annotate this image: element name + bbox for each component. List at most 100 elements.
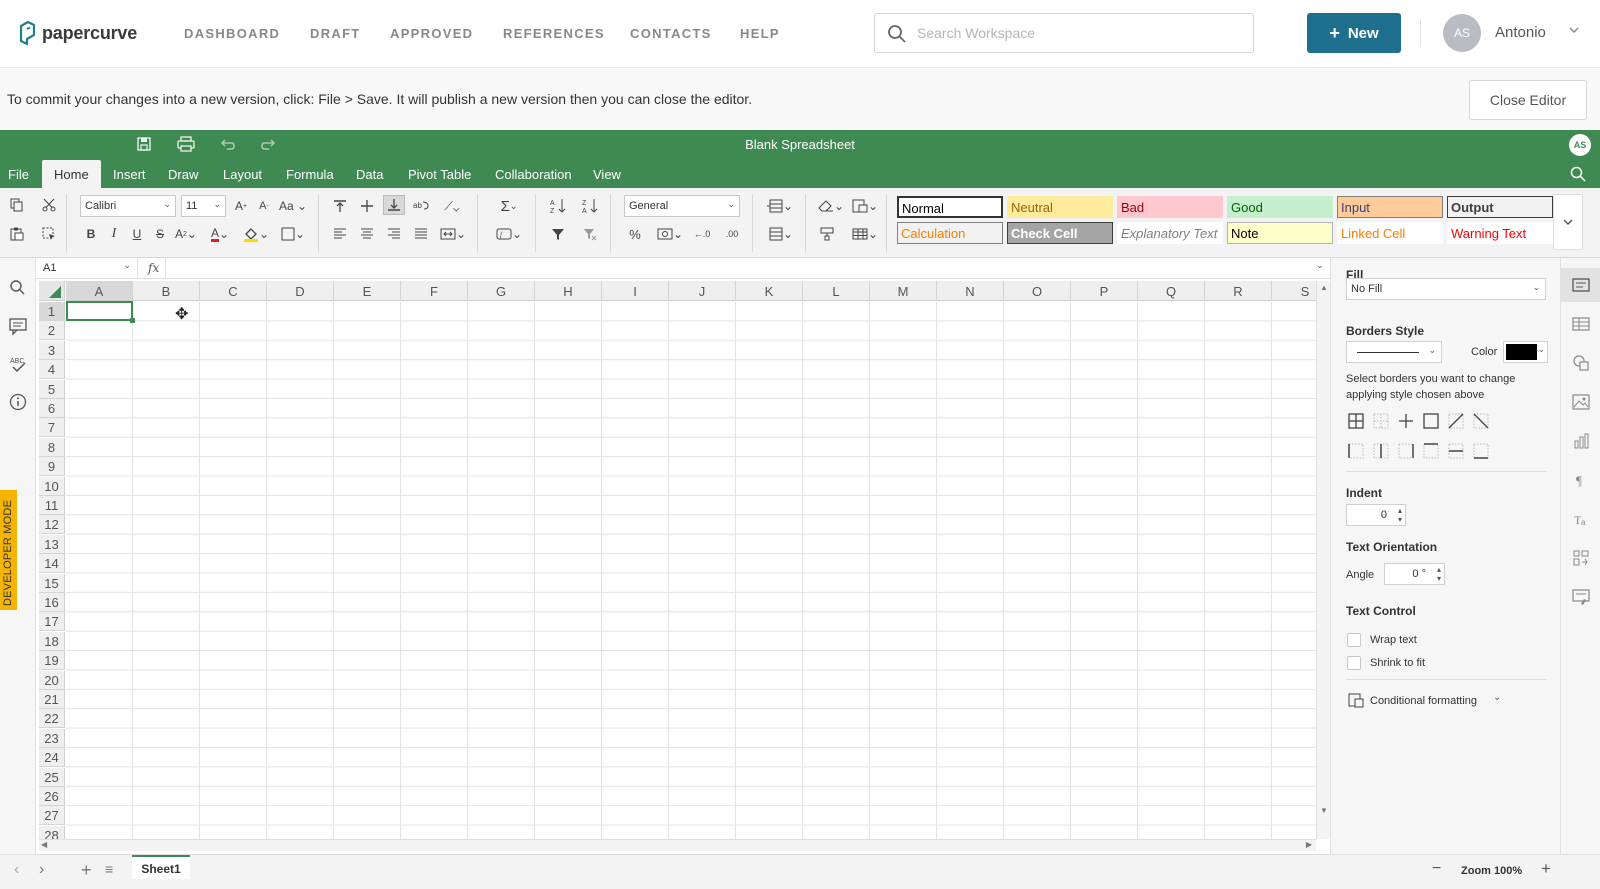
align-bottom-icon[interactable]: [383, 195, 405, 215]
row-header[interactable]: 3: [39, 340, 65, 360]
insert-function-icon[interactable]: f ⌄: [494, 224, 524, 244]
column-header[interactable]: G: [468, 281, 535, 301]
row-header[interactable]: 21: [39, 690, 65, 709]
border-line-style-select[interactable]: ⌄: [1346, 341, 1442, 363]
scroll-left-icon[interactable]: ◀: [41, 840, 47, 849]
formula-input[interactable]: [165, 258, 1315, 279]
cell-style-good[interactable]: Good: [1227, 196, 1333, 218]
align-left-icon[interactable]: [329, 224, 351, 244]
table-settings-icon[interactable]: [1571, 314, 1591, 334]
paragraph-settings-icon[interactable]: ¶: [1571, 470, 1591, 490]
spreadsheet-grid[interactable]: ABCDEFGHIJKLMNOPQRS 1 2 3 4 5 6 7 8 9 10 11 12 13 14 1…: [39, 281, 1316, 839]
row-header[interactable]: 23: [39, 728, 65, 748]
text-art-settings-icon[interactable]: Ta: [1571, 509, 1591, 529]
underline-icon[interactable]: U: [126, 224, 148, 244]
increase-decimal-icon[interactable]: .00: [720, 224, 744, 244]
cell-style-warning-text[interactable]: Warning Text: [1447, 222, 1553, 244]
fill-select[interactable]: No Fill ⌄: [1346, 278, 1546, 300]
inner-horizontal-border-icon[interactable]: [1448, 443, 1464, 459]
nav-references[interactable]: REFERENCES: [503, 26, 605, 41]
outer-borders-icon[interactable]: [1423, 413, 1439, 429]
image-settings-icon[interactable]: [1571, 392, 1591, 412]
autosum-icon[interactable]: Σ ⌄: [494, 196, 524, 216]
name-box[interactable]: A1 ⌄: [38, 258, 138, 279]
change-case-icon[interactable]: Aa ⌄: [278, 196, 308, 216]
row-header[interactable]: 7: [39, 418, 65, 438]
new-button[interactable]: + New: [1307, 13, 1401, 53]
strikethrough-icon[interactable]: S: [149, 224, 171, 244]
row-header[interactable]: 17: [39, 612, 65, 632]
sort-ascending-icon[interactable]: AZ: [547, 196, 569, 216]
row-header[interactable]: 2: [39, 321, 65, 341]
tab-pivot-table[interactable]: Pivot Table: [396, 160, 483, 188]
paste-icon[interactable]: [6, 224, 28, 244]
column-header[interactable]: K: [736, 281, 803, 301]
tab-data[interactable]: Data: [344, 160, 395, 188]
cell-style-input[interactable]: Input: [1337, 196, 1443, 218]
search-box[interactable]: [874, 13, 1254, 53]
font-color-icon[interactable]: A ⌄: [205, 224, 235, 244]
merge-cells-icon[interactable]: ⌄: [437, 224, 469, 244]
percent-icon[interactable]: %: [624, 224, 646, 244]
wrap-text-label[interactable]: Wrap text: [1370, 632, 1417, 648]
cell-style-check-cell[interactable]: Check Cell: [1007, 222, 1113, 244]
column-header[interactable]: I: [602, 281, 669, 301]
column-header[interactable]: O: [1004, 281, 1071, 301]
info-icon[interactable]: [8, 392, 28, 412]
avatar[interactable]: AS: [1443, 14, 1481, 52]
decrease-font-icon[interactable]: A-: [253, 196, 275, 216]
function-icon[interactable]: fx: [148, 261, 159, 275]
angle-stepper[interactable]: 0 ° ▴ ▾: [1384, 563, 1445, 585]
row-header[interactable]: 20: [39, 670, 65, 690]
row-header[interactable]: 9: [39, 457, 65, 477]
insert-cells-icon[interactable]: ⌄: [765, 196, 795, 216]
row-header[interactable]: 16: [39, 593, 65, 612]
cell-style-normal[interactable]: Normal: [897, 196, 1003, 218]
right-border-icon[interactable]: [1398, 443, 1414, 459]
borders-icon[interactable]: ⌄: [278, 224, 308, 244]
select-all-corner[interactable]: [39, 281, 65, 301]
delete-cells-icon[interactable]: ⌄: [765, 224, 795, 244]
cut-icon[interactable]: [38, 195, 60, 215]
inner-borders-icon[interactable]: [1398, 413, 1414, 429]
top-border-icon[interactable]: [1423, 443, 1439, 459]
font-name-select[interactable]: Calibri ⌄: [80, 195, 176, 217]
wrap-text-checkbox[interactable]: [1347, 633, 1361, 647]
horizontal-scrollbar[interactable]: ◀ ▶: [39, 839, 1316, 851]
select-icon[interactable]: [38, 224, 60, 244]
sheet-list-icon[interactable]: ≡: [105, 861, 113, 877]
row-header[interactable]: 19: [39, 651, 65, 671]
row-header[interactable]: 14: [39, 554, 65, 574]
format-painter-icon[interactable]: [816, 224, 838, 244]
inner-vertical-border-icon[interactable]: [1373, 443, 1389, 459]
row-header[interactable]: 5: [39, 379, 65, 399]
tab-view[interactable]: View: [581, 160, 633, 188]
cell-style-output[interactable]: Output: [1447, 196, 1553, 218]
spellcheck-icon[interactable]: ABC: [8, 354, 28, 374]
tab-draw[interactable]: Draw: [156, 160, 210, 188]
scroll-down-icon[interactable]: ▼: [1320, 806, 1328, 815]
row-header[interactable]: 8: [39, 437, 65, 457]
text-orientation-icon[interactable]: ⟋⌄: [437, 196, 467, 216]
column-header[interactable]: D: [267, 281, 334, 301]
cell-style-linked-cell[interactable]: Linked Cell: [1337, 222, 1443, 244]
scroll-right-icon[interactable]: ▶: [1306, 840, 1312, 849]
no-borders-icon[interactable]: [1373, 413, 1389, 429]
row-header[interactable]: 15: [39, 573, 65, 593]
align-center-icon[interactable]: [356, 224, 378, 244]
scroll-up-icon[interactable]: ▲: [1320, 283, 1328, 292]
justify-icon[interactable]: [410, 224, 432, 244]
column-header[interactable]: C: [200, 281, 267, 301]
stepper-arrows-icon[interactable]: ▴ ▾: [1437, 565, 1441, 583]
increase-font-icon[interactable]: A +: [230, 196, 252, 216]
row-header[interactable]: 28: [39, 825, 65, 839]
next-sheet-icon[interactable]: ›: [39, 861, 44, 879]
close-editor-button[interactable]: Close Editor: [1469, 80, 1587, 120]
column-header[interactable]: B: [133, 281, 200, 301]
comments-icon[interactable]: [8, 316, 28, 336]
column-header[interactable]: Q: [1138, 281, 1205, 301]
cell-area[interactable]: [66, 302, 1316, 839]
format-as-table-icon[interactable]: ⌄: [850, 224, 880, 244]
border-color-picker[interactable]: ⌄: [1503, 341, 1548, 363]
add-sheet-icon[interactable]: +: [81, 860, 92, 881]
